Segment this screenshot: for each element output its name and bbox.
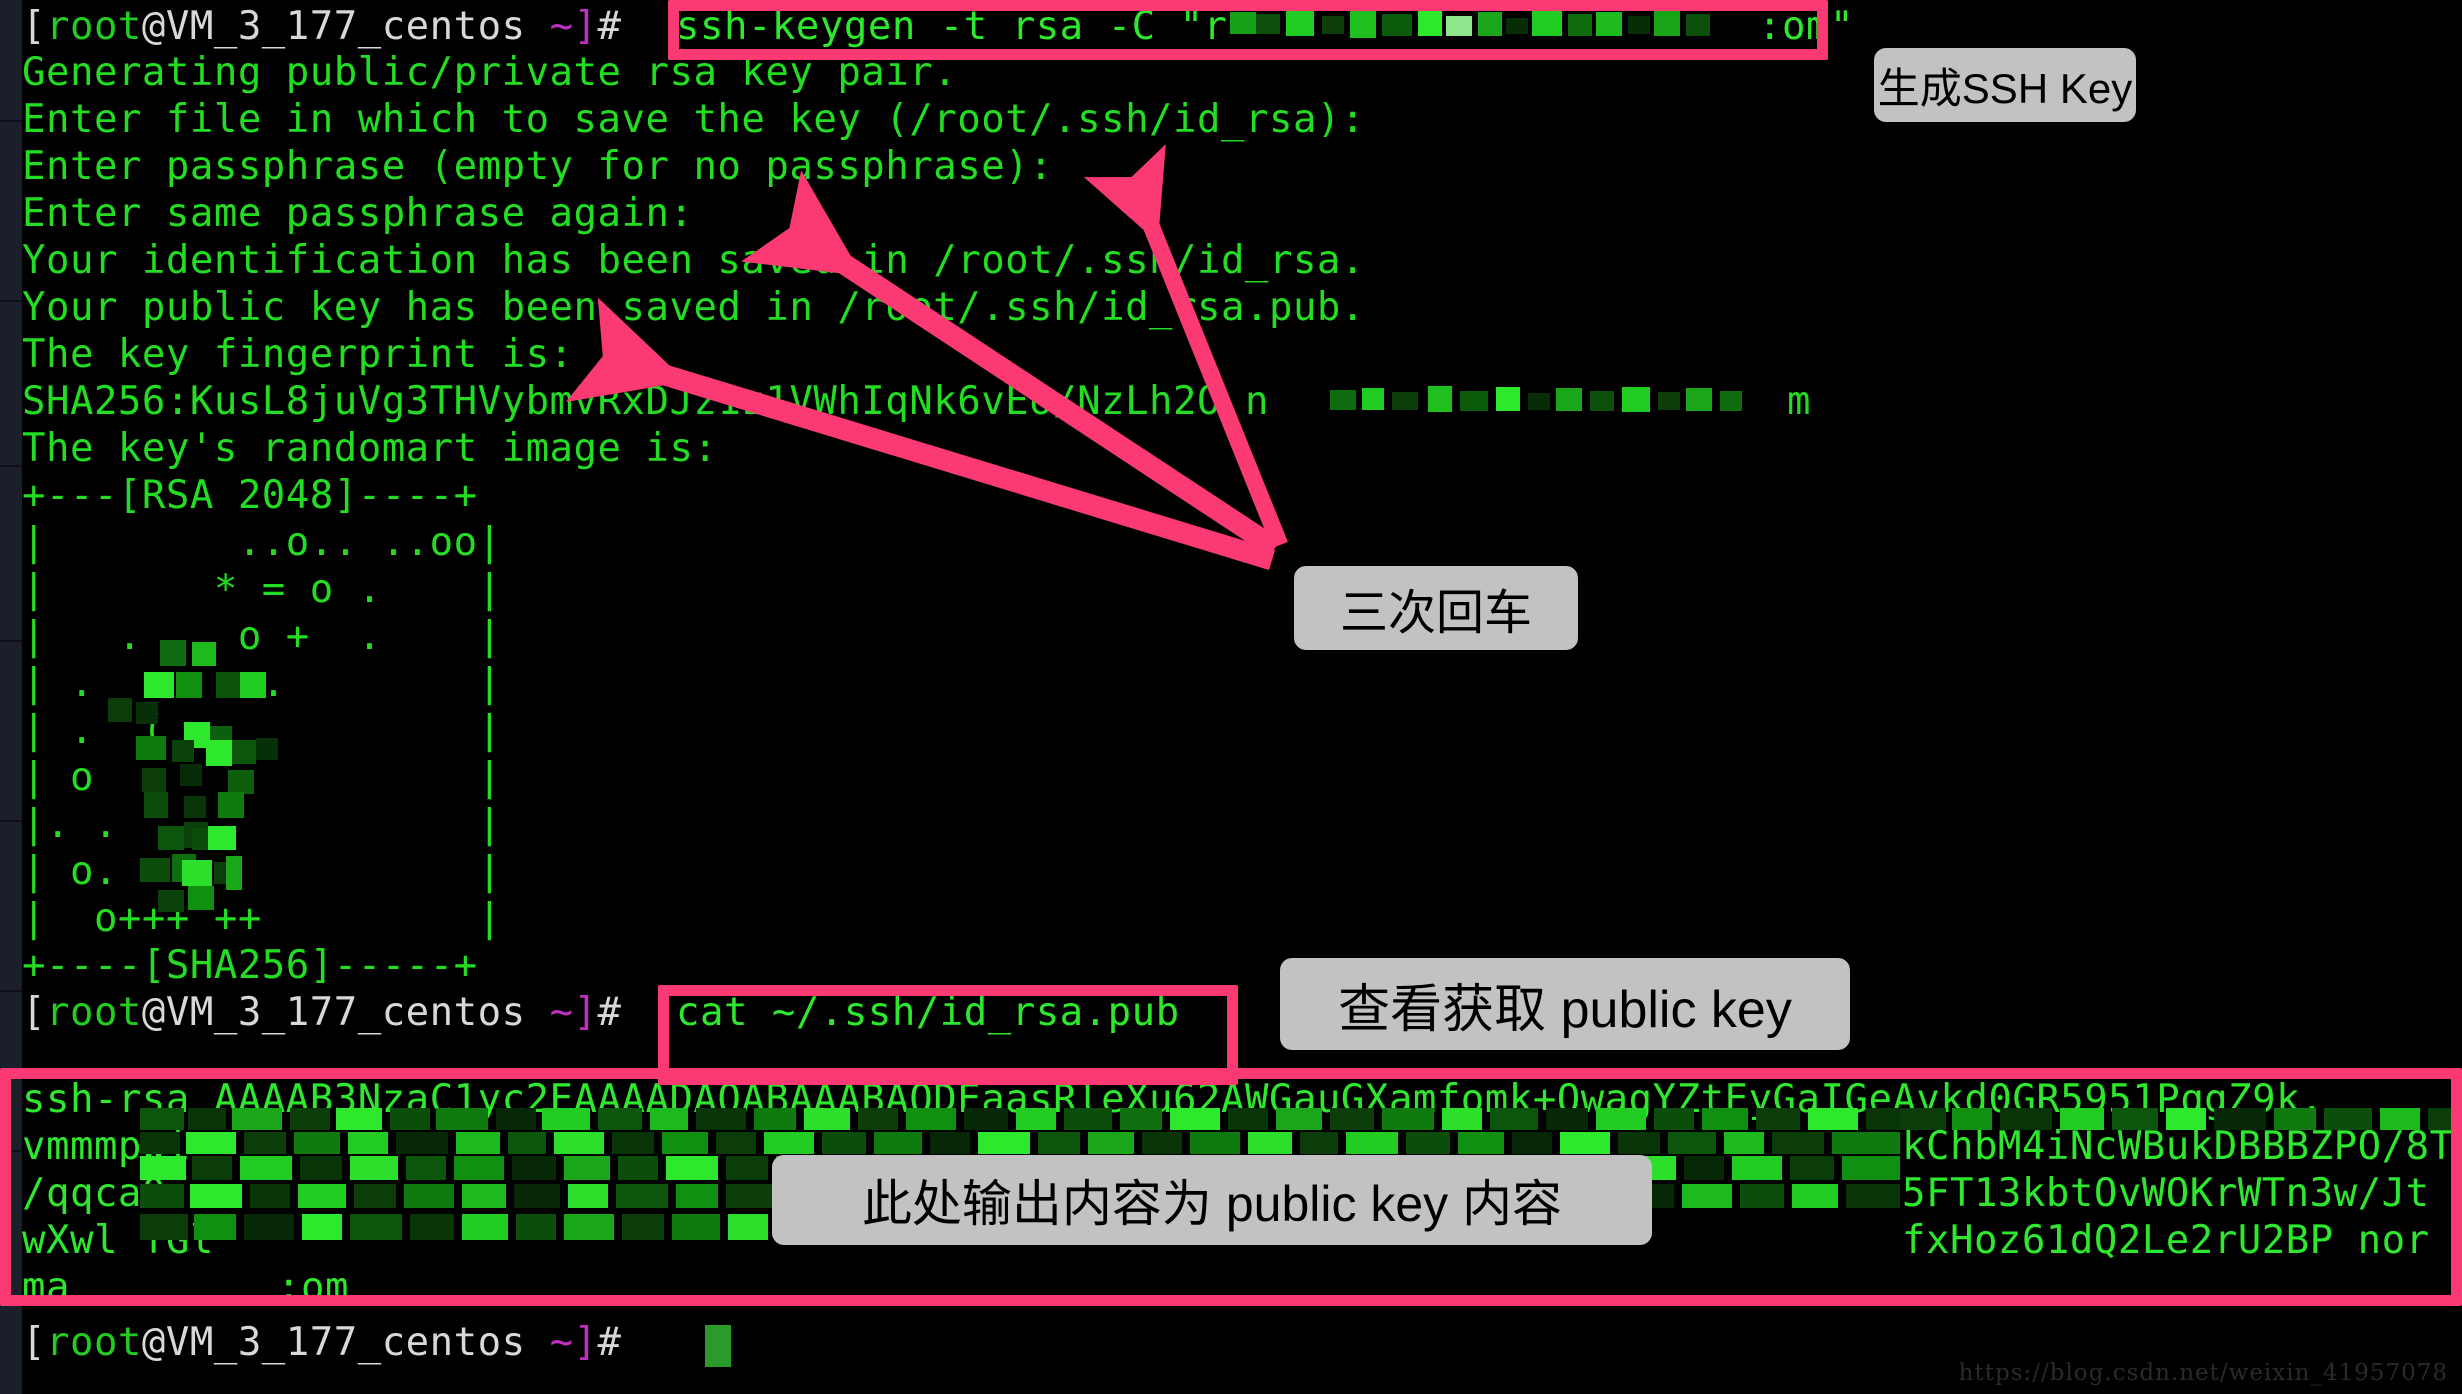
output-enter-file: Enter file in which to save the key (/ro…	[22, 97, 1365, 142]
randomart-row-3: | . . o + . |	[22, 614, 502, 659]
prompt-user-3: root	[45, 1320, 142, 1365]
output-fingerprint-value: SHA256:KusL8juVg3THVybmvRxDJz1z1VWhIqNk6…	[22, 379, 1269, 424]
prompt-host-2: @VM_3_177_centos	[141, 990, 526, 1035]
prompt-line-1: [root@VM_3_177_centos ~]#	[22, 4, 622, 50]
prompt-user-2: root	[45, 990, 142, 1035]
prompt-host-3: @VM_3_177_centos	[141, 1320, 526, 1365]
prompt-user: root	[45, 4, 142, 49]
terminal-cursor	[705, 1325, 731, 1367]
output-identification-saved: Your identification has been saved in /r…	[22, 238, 1365, 283]
output-fingerprint-comment-tail: m	[1787, 379, 1811, 424]
terminal-screenshot: [root@VM_3_177_centos ~]# ssh-keygen -t …	[0, 0, 2462, 1394]
prompt-bracket-3: [	[22, 1320, 46, 1365]
annotation-generate-ssh-key: 生成SSH Key	[1874, 48, 2136, 122]
prompt-sigil: #	[597, 4, 622, 49]
prompt-path: ~]	[525, 4, 598, 49]
prompt-line-2: [root@VM_3_177_centos ~]#	[22, 990, 622, 1036]
randomart-row-2: | * = o . |	[22, 567, 502, 612]
prompt-sigil-3: #	[597, 1320, 622, 1365]
annotation-output-is-public-key: 此处输出内容为 public key 内容	[772, 1155, 1652, 1245]
randomart-bottom-border: +----[SHA256]-----+	[22, 943, 478, 988]
output-fingerprint-label: The key fingerprint is:	[22, 332, 574, 377]
prompt-bracket-2: [	[22, 990, 46, 1035]
output-passphrase: Enter passphrase (empty for no passphras…	[22, 144, 1054, 189]
randomart-row-7: |. . |	[22, 802, 502, 847]
randomart-row-8: | o. |	[22, 849, 502, 894]
prompt-bracket: [	[22, 4, 46, 49]
prompt-path-2: ~]	[525, 990, 598, 1035]
randomart-row-1: | ..o.. ..oo|	[22, 520, 502, 565]
randomart-row-9: | o+++ ++ |	[22, 896, 502, 941]
output-publickey-saved: Your public key has been saved in /root/…	[22, 285, 1365, 330]
prompt-host: @VM_3_177_centos	[141, 4, 526, 49]
output-passphrase-again: Enter same passphrase again:	[22, 191, 694, 236]
annotation-three-enters: 三次回车	[1294, 566, 1578, 650]
randomart-row-4: | . . |	[22, 661, 502, 706]
prompt-path-3: ~]	[525, 1320, 598, 1365]
randomart-row-5: | . ( |	[22, 708, 502, 753]
randomart-top-border: +---[RSA 2048]----+	[22, 473, 478, 518]
output-randomart-label: The key's randomart image is:	[22, 426, 718, 471]
watermark-url: https://blog.csdn.net/weixin_41957078	[1958, 1360, 2448, 1386]
annotation-view-public-key: 查看获取 public key	[1280, 958, 1850, 1050]
prompt-sigil-2: #	[597, 990, 622, 1035]
prompt-line-3: [root@VM_3_177_centos ~]#	[22, 1320, 622, 1366]
highlight-box-keygen-command	[668, 0, 1828, 60]
randomart-row-6: | o |	[22, 755, 502, 800]
